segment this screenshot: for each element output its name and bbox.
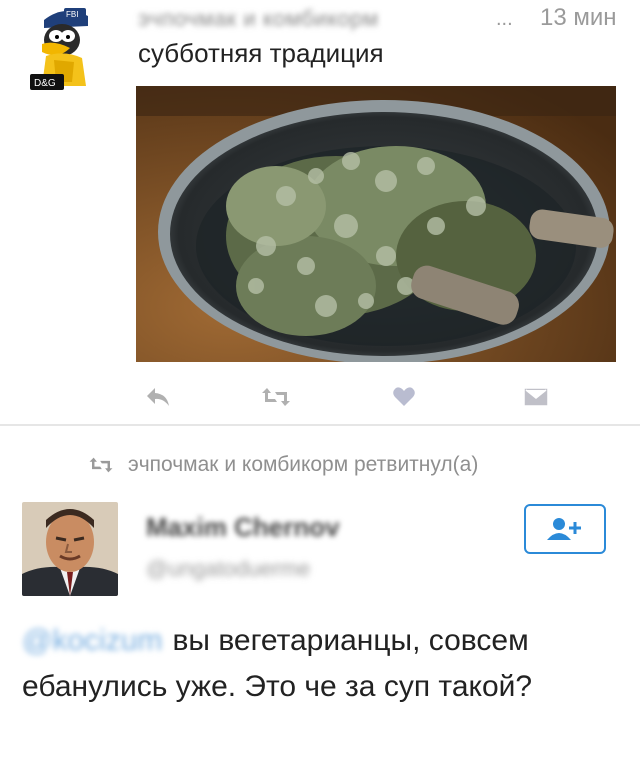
man-face-avatar-icon	[22, 502, 118, 596]
reply-body: @kocizum вы вегетарианцы, совсем ебанулис…	[22, 618, 622, 710]
retweet-icon[interactable]	[260, 382, 292, 412]
cartoon-avatar-icon: FBI D&G	[30, 8, 88, 90]
like-icon[interactable]	[388, 382, 420, 412]
tweet-actions	[136, 378, 616, 418]
tweet-original: FBI D&G эчпочмак и комбикорм ... 13 мин …	[0, 0, 640, 425]
author-avatar[interactable]: FBI D&G	[24, 2, 112, 94]
add-user-icon	[547, 518, 581, 540]
timestamp[interactable]: 13 мин	[540, 4, 617, 32]
reply-author-avatar[interactable]	[22, 502, 118, 596]
author-name[interactable]: эчпочмак и комбикорм	[138, 6, 379, 32]
fbi-badge: FBI	[66, 10, 78, 19]
reply-author-handle[interactable]: @ungatoduerme	[146, 556, 310, 582]
tweet-photo[interactable]	[136, 86, 616, 362]
reply-author-name[interactable]: Maxim Chernov	[146, 512, 340, 543]
reply-mention[interactable]: @kocizum	[22, 618, 162, 664]
basin-with-oak-broom-image	[136, 86, 616, 362]
retweet-notice-text[interactable]: эчпочмак и комбикорм ретвитнул(а)	[128, 453, 478, 477]
reply-icon[interactable]	[142, 382, 174, 412]
tweet-text: субботняя традиция	[138, 38, 384, 68]
name-ellipsis: ...	[496, 8, 513, 30]
retweet-notice: эчпочмак и комбикорм ретвитнул(а)	[88, 450, 478, 480]
divider	[0, 424, 640, 426]
dm-icon[interactable]	[520, 382, 552, 412]
follow-button[interactable]	[524, 504, 606, 554]
dg-badge: D&G	[34, 78, 56, 89]
retweet-small-icon	[89, 457, 113, 473]
